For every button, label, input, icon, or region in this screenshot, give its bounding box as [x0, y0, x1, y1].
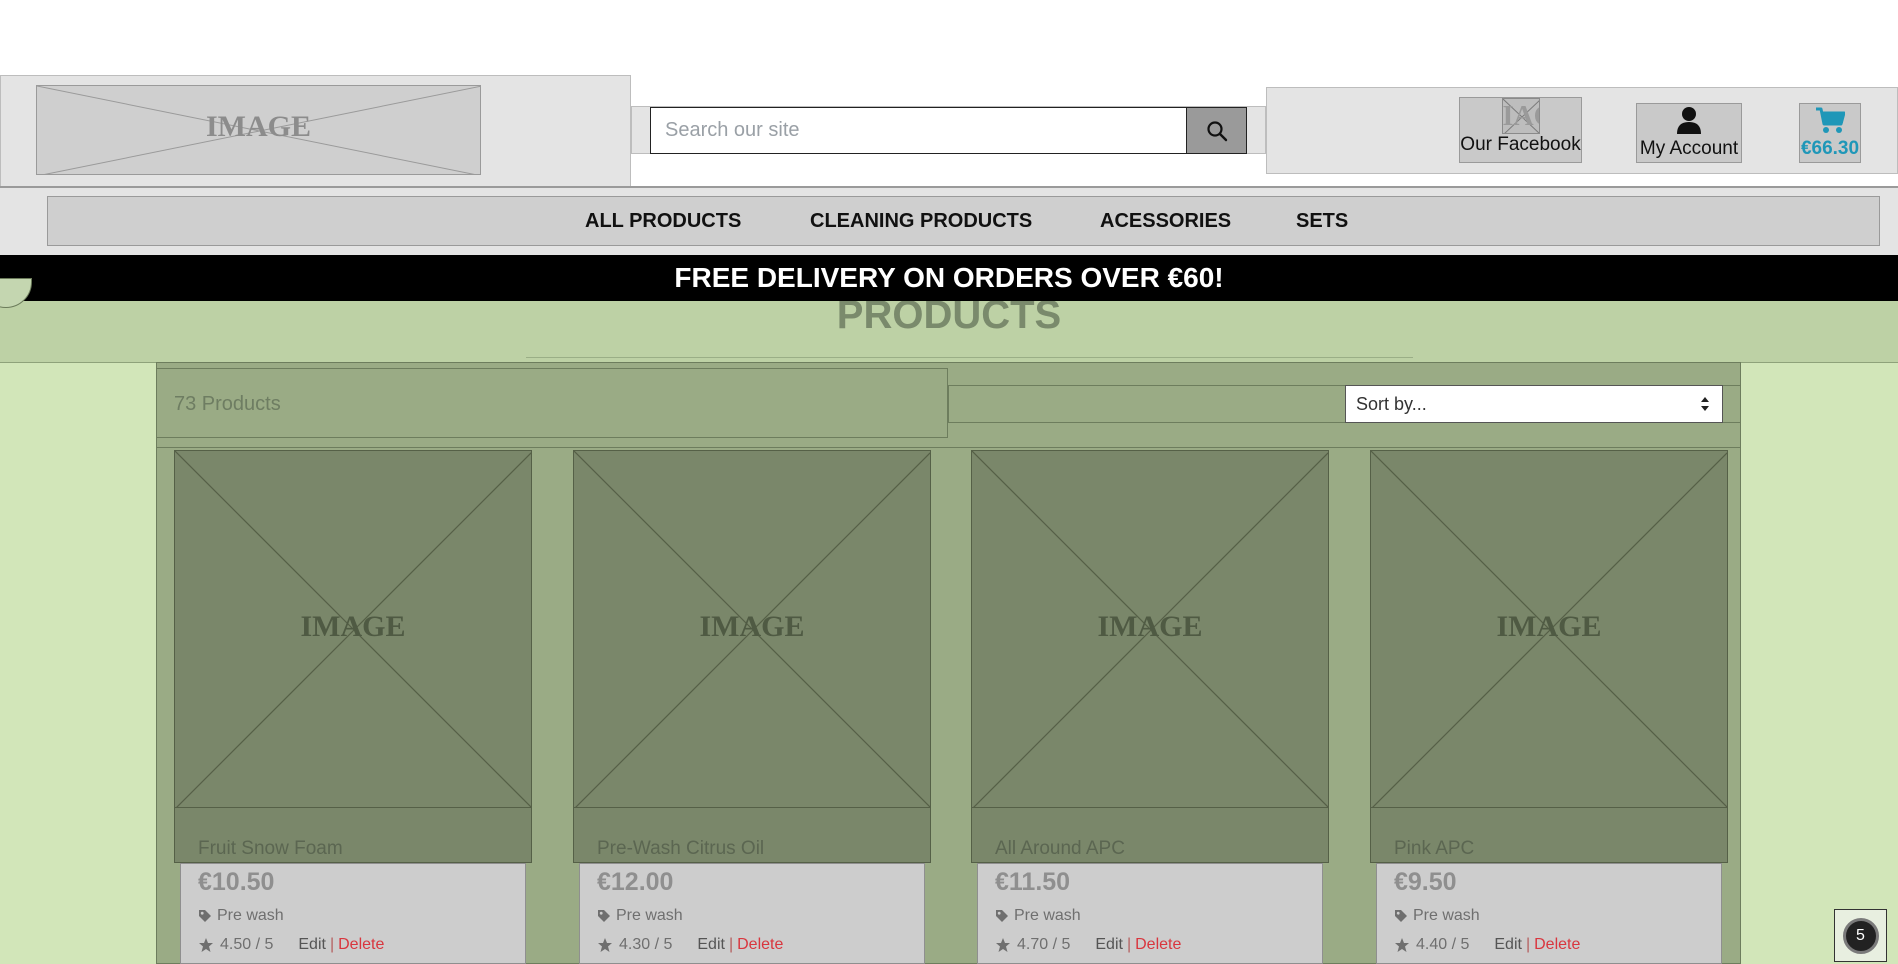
product-category[interactable]: Pre wash [995, 907, 1081, 925]
nav-all-products[interactable]: ALL PRODUCTS [585, 210, 741, 233]
product-rating: 4.50 / 5 [220, 936, 274, 953]
delete-product-link[interactable]: Delete [1534, 936, 1580, 954]
star-icon [199, 938, 213, 952]
nav-cleaning-products[interactable]: CLEANING PRODUCTS [810, 210, 1032, 233]
product-image[interactable]: IMAGE [174, 450, 532, 808]
nav-accessories[interactable]: ACESSORIES [1100, 210, 1231, 233]
product-price: €12.00 [597, 868, 674, 896]
site-logo[interactable]: IMAGE [36, 85, 481, 175]
cart-link[interactable]: €66.30 [1799, 103, 1861, 163]
facebook-image-icon: IAG [1501, 98, 1540, 134]
edit-product-link[interactable]: Edit [298, 936, 326, 954]
tag-icon [996, 910, 1008, 922]
sort-select-value: Sort by... [1356, 394, 1427, 414]
facebook-label: Our Facebook [1460, 134, 1581, 155]
edit-product-link[interactable]: Edit [1494, 936, 1522, 954]
search-button[interactable] [1186, 107, 1247, 154]
product-rating: 4.40 / 5 [1416, 936, 1470, 953]
my-account-link[interactable]: My Account [1636, 103, 1742, 163]
star-icon [996, 938, 1010, 952]
product-price: €9.50 [1394, 868, 1457, 896]
product-card[interactable]: IMAGE Pre-Wash Citrus Oil €12.00 Pre was… [573, 450, 931, 964]
page-root: IMAGE IAG Our Facebook My Account [0, 0, 1898, 964]
facebook-icon-text: IAG [1502, 101, 1539, 132]
product-name[interactable]: Pink APC [1394, 838, 1474, 860]
product-category[interactable]: Pre wash [597, 907, 683, 925]
product-meta: 4.40 / 5 Edit | Delete [1394, 936, 1580, 954]
product-card[interactable]: IMAGE All Around APC €11.50 Pre wash 4.7… [971, 450, 1329, 964]
delete-product-link[interactable]: Delete [737, 936, 783, 954]
image-placeholder-text: IMAGE [699, 610, 805, 643]
link-separator: | [1126, 936, 1132, 953]
product-category[interactable]: Pre wash [1394, 907, 1480, 925]
delete-product-link[interactable]: Delete [1135, 936, 1181, 954]
product-category-label: Pre wash [616, 907, 683, 924]
nav-sets[interactable]: SETS [1296, 210, 1348, 233]
sort-arrows-icon [1701, 397, 1709, 411]
product-meta: 4.70 / 5 Edit | Delete [995, 936, 1181, 954]
image-placeholder-text: IMAGE [1097, 610, 1203, 643]
free-delivery-banner: FREE DELIVERY ON ORDERS OVER €60! [0, 255, 1898, 301]
product-count: 73 Products [174, 393, 281, 415]
product-category-label: Pre wash [1413, 907, 1480, 924]
product-card[interactable]: IMAGE Fruit Snow Foam €10.50 Pre wash 4.… [174, 450, 532, 964]
product-rating: 4.70 / 5 [1017, 936, 1071, 953]
product-price: €10.50 [198, 868, 275, 896]
product-image[interactable]: IMAGE [573, 450, 931, 808]
facebook-link[interactable]: IAG Our Facebook [1459, 97, 1582, 163]
link-separator: | [329, 936, 335, 953]
product-name[interactable]: All Around APC [995, 838, 1125, 860]
toolbar-divider [156, 447, 1741, 448]
search-input[interactable] [650, 107, 1187, 154]
product-price: €11.50 [995, 868, 1071, 896]
product-name[interactable]: Fruit Snow Foam [198, 838, 343, 860]
cart-icon [1816, 107, 1845, 133]
edit-product-link[interactable]: Edit [697, 936, 725, 954]
tag-icon [598, 910, 610, 922]
delete-product-link[interactable]: Delete [338, 936, 384, 954]
tag-icon [199, 910, 211, 922]
product-category-label: Pre wash [217, 907, 284, 924]
title-underline [526, 357, 1413, 358]
product-image[interactable]: IMAGE [1370, 450, 1728, 808]
product-category-label: Pre wash [1014, 907, 1081, 924]
link-separator: | [728, 936, 734, 953]
sort-select[interactable]: Sort by... [1345, 385, 1723, 423]
image-placeholder-text: IMAGE [1496, 610, 1602, 643]
star-icon [598, 938, 612, 952]
image-placeholder-text: IMAGE [300, 610, 406, 643]
product-category[interactable]: Pre wash [198, 907, 284, 925]
product-meta: 4.30 / 5 Edit | Delete [597, 936, 783, 954]
search-icon [1206, 120, 1227, 141]
floating-badge: 5 [1842, 917, 1879, 954]
product-meta: 4.50 / 5 Edit | Delete [198, 936, 384, 954]
link-separator: | [1525, 936, 1531, 953]
product-card[interactable]: IMAGE Pink APC €9.50 Pre wash 4.40 / 5 E… [1370, 450, 1728, 964]
star-icon [1395, 938, 1409, 952]
product-name[interactable]: Pre-Wash Citrus Oil [597, 838, 764, 860]
product-rating: 4.30 / 5 [619, 936, 673, 953]
logo-placeholder-text: IMAGE [206, 110, 311, 143]
tag-icon [1395, 910, 1407, 922]
product-image[interactable]: IMAGE [971, 450, 1329, 808]
cart-total: €66.30 [1800, 138, 1860, 159]
my-account-label: My Account [1639, 138, 1739, 159]
user-icon [1677, 107, 1701, 134]
floating-action-button[interactable]: 5 [1834, 909, 1887, 962]
edit-product-link[interactable]: Edit [1095, 936, 1123, 954]
